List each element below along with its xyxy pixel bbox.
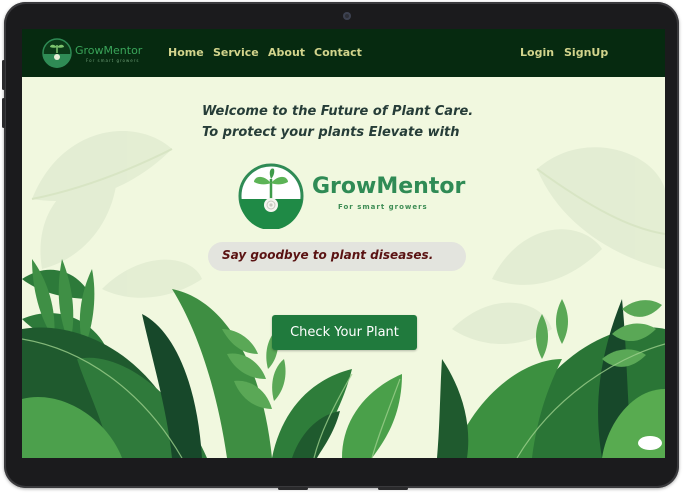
- signup-link[interactable]: SignUp: [564, 46, 608, 59]
- brand-logo: GrowMentor For smart growers: [238, 163, 465, 229]
- slogan-text: Say goodbye to plant diseases.: [222, 248, 434, 262]
- slogan-banner: Say goodbye to plant diseases.: [208, 242, 466, 271]
- navbar: GrowMentor For smart growers Home Servic…: [22, 29, 665, 77]
- nav-brand-tagline: For smart growers: [86, 58, 140, 63]
- nav-logo[interactable]: GrowMentor For smart growers: [42, 37, 142, 69]
- hero-headline: Welcome to the Future of Plant Care. To …: [202, 101, 502, 143]
- check-your-plant-button[interactable]: Check Your Plant: [272, 315, 417, 350]
- nav-brand-name: GrowMentor: [75, 44, 143, 57]
- nav-link-service[interactable]: Service: [213, 46, 259, 59]
- plant-logo-icon: [42, 38, 72, 68]
- volume-button-lower: [2, 98, 5, 128]
- bottom-speaker: [378, 487, 408, 490]
- screen: GrowMentor For smart growers Home Servic…: [22, 29, 665, 458]
- brand-tagline: For smart growers: [338, 203, 428, 211]
- bottom-port: [278, 487, 308, 490]
- login-link[interactable]: Login: [520, 46, 554, 59]
- front-camera: [343, 12, 351, 20]
- nav-link-home[interactable]: Home: [168, 46, 204, 59]
- brand-name: GrowMentor: [312, 174, 466, 199]
- headline-line-2: To protect your plants Elevate with: [202, 125, 460, 140]
- nav-link-about[interactable]: About: [268, 46, 305, 59]
- headline-line-1: Welcome to the Future of Plant Care.: [202, 104, 474, 119]
- nav-link-contact[interactable]: Contact: [314, 46, 362, 59]
- volume-button: [2, 60, 5, 90]
- plant-logo-icon: [238, 163, 304, 229]
